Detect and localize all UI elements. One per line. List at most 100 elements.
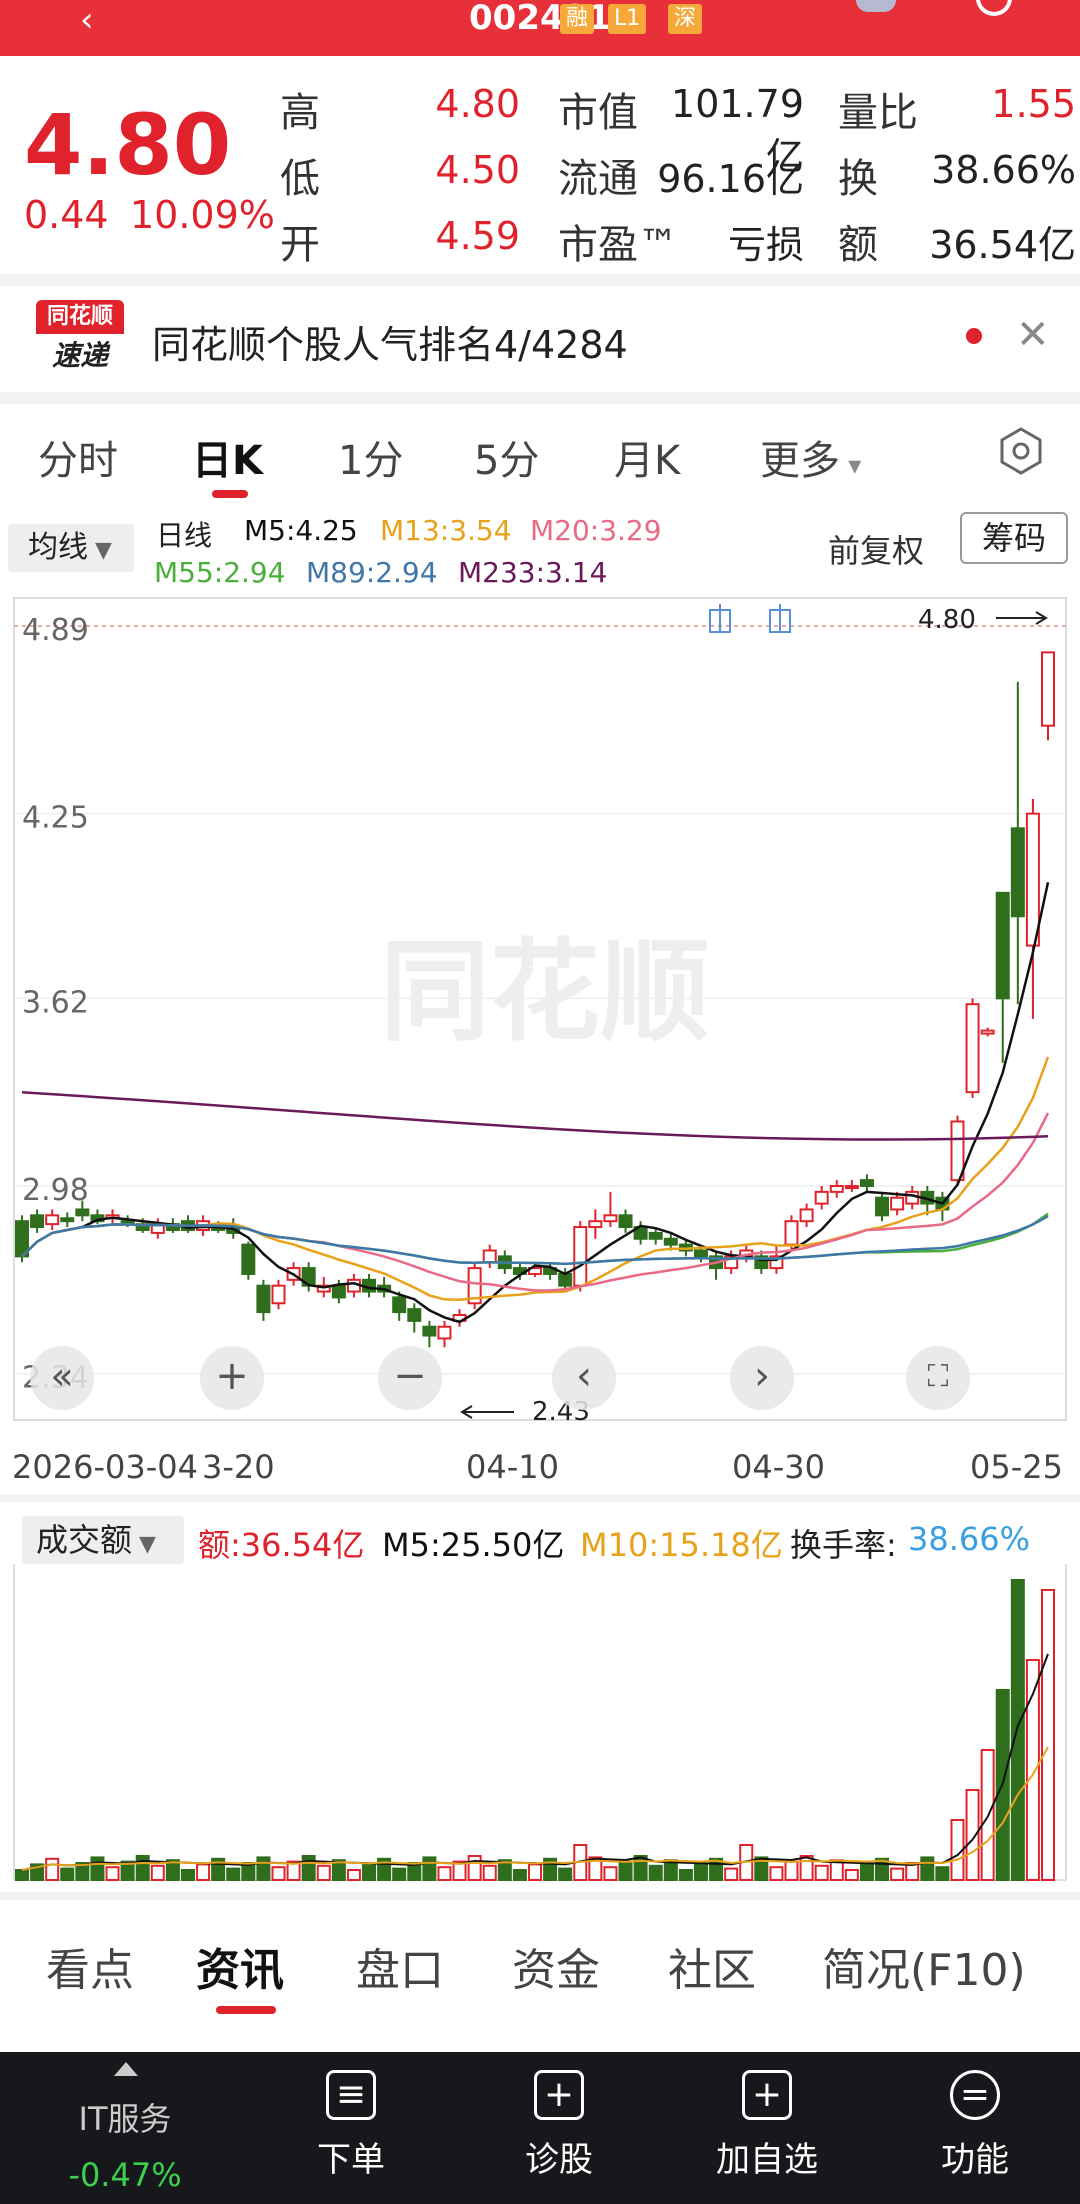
- volume-amount-label: 额:36.54亿: [198, 1526, 365, 1564]
- menu-button[interactable]: = 功能: [900, 2070, 1050, 2181]
- scroll-right-icon[interactable]: ›: [730, 1346, 794, 1410]
- date-tick: 04-30: [732, 1448, 825, 1486]
- add-favorite-button[interactable]: + 加自选: [692, 2070, 842, 2181]
- volume-bar: [135, 1855, 150, 1881]
- turnover-label: 换: [838, 156, 878, 202]
- date-tick: 04-10: [466, 1448, 559, 1486]
- tab-community[interactable]: 社区: [668, 1934, 756, 1998]
- tab-news[interactable]: 资讯: [196, 1934, 284, 1998]
- sector-name[interactable]: IT服务: [40, 2094, 210, 2140]
- candle: [875, 1191, 890, 1222]
- tab-monthly-k[interactable]: 月K: [614, 428, 680, 486]
- low-value: 4.50: [435, 148, 520, 192]
- candle: [452, 1309, 467, 1327]
- ma-period: 日线: [156, 519, 213, 552]
- diagnose-button[interactable]: + 诊股: [484, 2070, 634, 2181]
- volume-bar: [482, 1864, 497, 1881]
- volume-bar: [693, 1863, 708, 1881]
- candle: [814, 1186, 829, 1210]
- volume-bar: [346, 1869, 361, 1881]
- volume-bar: [362, 1863, 377, 1881]
- candle: [256, 1279, 271, 1321]
- candlestick-chart[interactable]: 同花顺 4.894.253.622.982.34 4.802.43: [0, 590, 1080, 1430]
- volume-bar: [15, 1869, 29, 1881]
- tab-daily-k[interactable]: 日K: [192, 428, 263, 486]
- avatar[interactable]: [856, 0, 896, 12]
- order-icon: ≡: [326, 2070, 376, 2120]
- order-button[interactable]: ≡ 下单: [276, 2070, 426, 2181]
- candle: [60, 1212, 75, 1228]
- volume-bar: [1010, 1579, 1025, 1881]
- sector-change: -0.47%: [68, 2156, 182, 2194]
- scroll-start-icon[interactable]: «: [30, 1346, 94, 1410]
- ma-selector[interactable]: 均线 ▼: [8, 524, 134, 572]
- volume-bar: [437, 1866, 452, 1882]
- candle: [995, 891, 1010, 1063]
- volume-bar: [618, 1860, 633, 1882]
- high-label: 高: [280, 90, 320, 136]
- zoom-out-icon[interactable]: −: [378, 1346, 442, 1410]
- candle: [980, 1027, 995, 1037]
- volume-ratio-label: 量比: [838, 90, 918, 136]
- menu-icon: =: [950, 2070, 1000, 2120]
- volume-bar: [920, 1856, 935, 1881]
- scroll-left-icon[interactable]: ‹: [552, 1346, 616, 1410]
- tab-more[interactable]: 更多 ▾: [760, 428, 861, 486]
- tab-capital[interactable]: 资金: [512, 1934, 600, 1998]
- close-icon[interactable]: ✕: [1016, 312, 1050, 358]
- divider: [0, 1892, 1080, 1900]
- tab-1min[interactable]: 1分: [338, 428, 403, 486]
- chips-button[interactable]: 筹码: [960, 512, 1068, 564]
- volume-ma-line: [21, 1653, 1049, 1871]
- pe-value: 亏损: [727, 223, 804, 267]
- volume-bar: [890, 1867, 905, 1882]
- candle: [45, 1209, 60, 1230]
- candle: [437, 1320, 452, 1348]
- level1-badge: L1: [608, 4, 647, 34]
- stock-code: 002421: [469, 0, 611, 38]
- pe-label: 市盈™: [558, 222, 678, 268]
- volume-bar: [1041, 1589, 1055, 1881]
- margin-badge: 融: [560, 4, 595, 34]
- volume-bar: [512, 1869, 527, 1881]
- candle: [180, 1215, 195, 1233]
- unread-dot: [966, 328, 982, 344]
- volume-indicator-selector[interactable]: 成交额 ▼: [22, 1516, 184, 1564]
- volume-ma-line: [21, 1746, 1049, 1871]
- zoom-in-icon[interactable]: +: [200, 1346, 264, 1410]
- volume-bar: [392, 1867, 407, 1882]
- candle: [1010, 681, 1025, 1005]
- volume-bar: [271, 1866, 286, 1882]
- tab-intraday[interactable]: 分时: [38, 428, 118, 486]
- tab-highlights[interactable]: 看点: [46, 1934, 134, 1998]
- y-tick-label: 2.98: [22, 1173, 89, 1208]
- volume-m5-label: M5:25.50亿: [382, 1526, 565, 1564]
- candle: [618, 1209, 633, 1233]
- settings-icon[interactable]: [996, 426, 1046, 476]
- volume-bar: [814, 1864, 829, 1881]
- watermark: 同花顺: [380, 928, 710, 1056]
- volume-bar: [784, 1860, 799, 1882]
- volume-bar: [196, 1863, 211, 1881]
- candle: [467, 1262, 482, 1310]
- adjust-mode[interactable]: 前复权: [828, 526, 924, 572]
- volume-bar: [769, 1866, 784, 1882]
- candle: [709, 1250, 724, 1280]
- news-headline[interactable]: 同花顺个股人气排名4/4284: [152, 314, 628, 369]
- volume-chart[interactable]: [0, 1564, 1080, 1890]
- volume-bar: [558, 1867, 573, 1882]
- candle: [965, 998, 980, 1099]
- candle: [859, 1174, 874, 1192]
- event-marker-icon: [709, 604, 731, 633]
- volume-bar: [859, 1863, 874, 1881]
- top-header: ‹ 002421 融 L1 深: [0, 0, 1080, 56]
- tab-5min[interactable]: 5分: [474, 428, 539, 486]
- price-change: 0.44: [24, 193, 109, 237]
- divider: [0, 1494, 1080, 1502]
- fullscreen-icon[interactable]: ⛶: [906, 1346, 970, 1410]
- tab-orderbook[interactable]: 盘口: [356, 1934, 444, 1998]
- y-tick-label: 4.89: [22, 613, 89, 648]
- tab-f10[interactable]: 简况(F10): [822, 1934, 1026, 1998]
- chevron-down-icon: ▾: [840, 451, 862, 481]
- divider: [0, 274, 1080, 286]
